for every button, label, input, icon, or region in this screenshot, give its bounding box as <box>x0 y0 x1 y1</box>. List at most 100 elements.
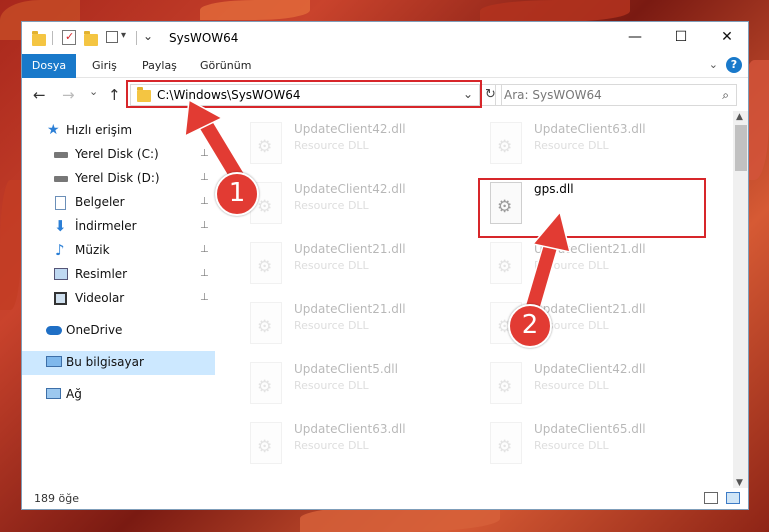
drive-icon <box>54 176 68 182</box>
pin-icon: ⊥ <box>200 292 209 303</box>
sidebar-item-label: Resimler <box>75 267 128 281</box>
properties-icon[interactable]: ✓ <box>62 30 76 45</box>
search-input[interactable]: Ara: SysWOW64 <box>504 88 602 102</box>
file-type: Resource DLL <box>534 139 609 152</box>
sidebar-item-local-disk-d[interactable]: Yerel Disk (D:) ⊥ <box>22 167 215 191</box>
pin-icon: ⊥ <box>200 196 209 207</box>
sidebar-item-label: Yerel Disk (D:) <box>75 171 160 185</box>
minimize-button[interactable]: — <box>612 22 658 53</box>
sidebar-item-documents[interactable]: Belgeler ⊥ <box>22 191 215 215</box>
list-item[interactable]: UpdateClient63.dll Resource DLL <box>482 116 712 172</box>
sidebar-item-this-pc[interactable]: Bu bilgisayar <box>22 351 215 375</box>
scrollbar-thumb[interactable] <box>735 125 747 171</box>
sidebar-item-local-disk-c[interactable]: Yerel Disk (C:) ⊥ <box>22 143 215 167</box>
file-type: Resource DLL <box>294 319 369 332</box>
file-name: UpdateClient21.dll <box>534 242 646 256</box>
sidebar-item-label: Yerel Disk (C:) <box>75 147 159 161</box>
new-folder-icon[interactable] <box>84 31 98 46</box>
help-icon[interactable]: ? <box>726 57 742 73</box>
dll-file-icon <box>490 242 522 284</box>
sidebar-item-videos[interactable]: Videolar ⊥ <box>22 287 215 311</box>
tab-share[interactable]: Paylaş <box>142 54 177 78</box>
file-highlight <box>478 178 706 238</box>
sidebar-item-label: Müzik <box>75 243 110 257</box>
file-name: UpdateClient21.dll <box>534 302 646 316</box>
list-item[interactable]: UpdateClient5.dll Resource DLL <box>242 356 472 412</box>
file-type: Resource DLL <box>294 439 369 452</box>
list-item[interactable]: UpdateClient63.dll Resource DLL <box>242 416 472 472</box>
file-type: Resource DLL <box>294 199 369 212</box>
file-name: UpdateClient5.dll <box>294 362 398 376</box>
computer-icon <box>46 356 62 367</box>
status-bar: 189 öğe <box>22 488 748 509</box>
tab-home[interactable]: Giriş <box>92 54 117 78</box>
sidebar-item-label: OneDrive <box>66 323 123 337</box>
sidebar-item-pictures[interactable]: Resimler ⊥ <box>22 263 215 287</box>
list-item[interactable]: UpdateClient21.dll Resource DLL <box>242 236 472 292</box>
toolbar-expand-icon[interactable]: ⌄ <box>143 29 153 45</box>
file-type: Resource DLL <box>534 259 609 272</box>
back-button[interactable]: ← <box>33 86 46 104</box>
list-item[interactable]: UpdateClient21.dll Resource DLL <box>482 236 712 292</box>
list-item[interactable]: UpdateClient42.dll Resource DLL <box>482 356 712 412</box>
file-type: Resource DLL <box>534 379 609 392</box>
list-item[interactable]: UpdateClient42.dll Resource DLL <box>242 176 472 232</box>
sidebar-item-downloads[interactable]: ⬇ İndirmeler ⊥ <box>22 215 215 239</box>
dll-file-icon <box>250 362 282 404</box>
pin-icon: ⊥ <box>200 220 209 231</box>
forward-button[interactable]: → <box>62 86 75 104</box>
file-type: Resource DLL <box>294 139 369 152</box>
drive-icon <box>54 152 68 158</box>
list-item[interactable]: UpdateClient65.dll Resource DLL <box>482 416 712 472</box>
address-bar-highlight <box>126 80 482 108</box>
dll-file-icon <box>490 122 522 164</box>
details-view-icon[interactable] <box>704 492 718 504</box>
file-name: UpdateClient21.dll <box>294 242 406 256</box>
sidebar-item-onedrive[interactable]: OneDrive <box>22 319 215 343</box>
dll-file-icon <box>250 122 282 164</box>
background-leaf <box>0 180 21 310</box>
close-button[interactable]: ✕ <box>704 22 748 53</box>
search-icon[interactable]: ⌕ <box>722 88 729 103</box>
file-list: UpdateClient42.dll Resource DLL UpdateCl… <box>222 116 730 486</box>
chevron-down-icon[interactable]: ▾ <box>121 30 126 46</box>
sidebar-item-network[interactable]: Ağ <box>22 383 215 407</box>
customize-toolbar-icon[interactable] <box>106 31 118 43</box>
vertical-scrollbar[interactable]: ▲ ▼ <box>733 111 748 489</box>
sidebar-item-quick-access[interactable]: ★ Hızlı erişim <box>22 119 215 143</box>
list-item[interactable]: UpdateClient42.dll Resource DLL <box>242 116 472 172</box>
sidebar-item-label: Bu bilgisayar <box>66 355 144 369</box>
dll-file-icon <box>490 422 522 464</box>
sidebar-item-label: Hızlı erişim <box>66 123 133 137</box>
divider <box>136 31 137 45</box>
background-leaf <box>480 0 630 22</box>
recent-locations-button[interactable]: ⌄ <box>89 85 98 98</box>
scroll-up-icon[interactable]: ▲ <box>736 112 743 122</box>
tab-file[interactable]: Dosya <box>22 54 76 78</box>
sidebar-item-label: Belgeler <box>75 195 125 209</box>
music-icon: ♪ <box>55 241 65 259</box>
tab-view[interactable]: Görünüm <box>200 54 251 78</box>
item-count: 189 öğe <box>34 492 79 505</box>
dll-file-icon <box>490 362 522 404</box>
sidebar-item-label: İndirmeler <box>75 219 137 233</box>
file-name: UpdateClient63.dll <box>294 422 406 436</box>
maximize-button[interactable]: ☐ <box>658 22 704 53</box>
large-icons-view-icon[interactable] <box>726 492 740 504</box>
sidebar-item-music[interactable]: ♪ Müzik ⊥ <box>22 239 215 263</box>
sidebar-item-label: Ağ <box>66 387 82 401</box>
ribbon-expand-icon[interactable]: ⌄ <box>709 58 718 71</box>
list-item[interactable]: UpdateClient21.dll Resource DLL <box>242 296 472 352</box>
step-1-badge: 1 <box>215 172 259 216</box>
pin-icon: ⊥ <box>200 244 209 255</box>
scroll-down-icon[interactable]: ▼ <box>736 478 743 488</box>
network-icon <box>46 388 61 399</box>
dll-file-icon <box>250 422 282 464</box>
pin-icon: ⊥ <box>200 268 209 279</box>
up-button[interactable]: ↑ <box>108 86 121 104</box>
dll-file-icon <box>250 302 282 344</box>
checkmark-icon: ✓ <box>65 30 75 43</box>
search-box[interactable]: Ara: SysWOW64 ⌕ <box>495 84 737 106</box>
pictures-icon <box>54 268 68 280</box>
step-2-badge: 2 <box>508 304 552 348</box>
